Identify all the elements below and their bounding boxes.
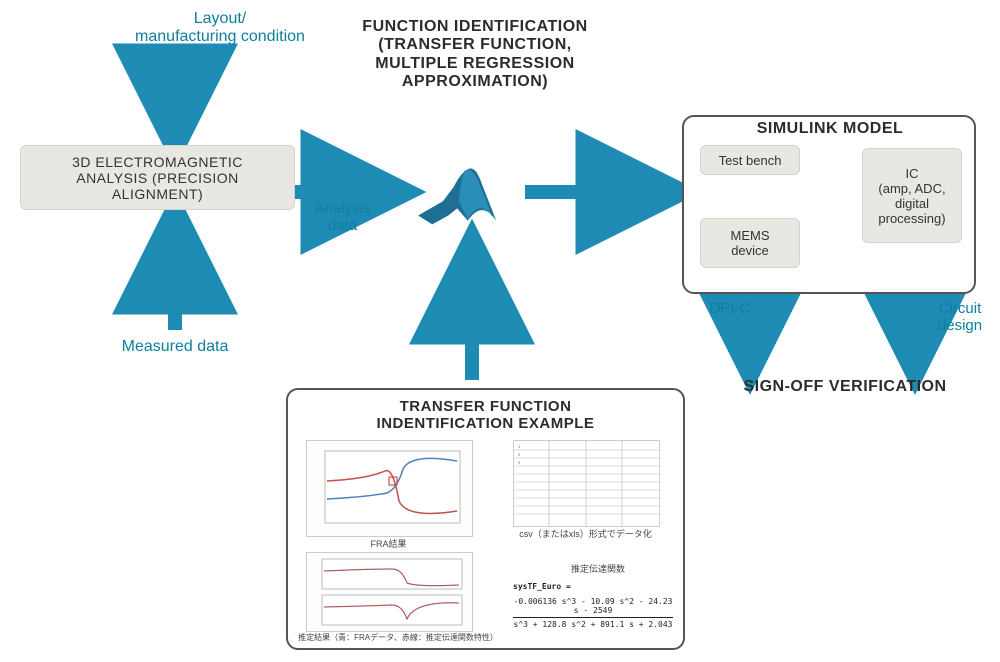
est-tf-caption: 推定伝達関数 xyxy=(538,562,658,575)
est-result-caption: 推定結果（青：FRAデータ、赤線：推定伝達関数特性） xyxy=(298,632,498,643)
tf-numerator: -0.006136 s^3 - 10.09 s^2 - 24.23 s - 25… xyxy=(513,597,673,618)
tf-equation: sysTF_Euro = -0.006136 s^3 - 10.09 s^2 -… xyxy=(513,582,673,629)
csv-block: 123 xyxy=(513,440,660,527)
ic-box: IC(amp, ADC,digitalprocessing) xyxy=(862,148,962,243)
example-title: TRANSFER FUNCTIONINDENTIFICATION EXAMPLE xyxy=(288,398,683,433)
est-plot xyxy=(306,552,473,632)
fra-caption: FRA結果 xyxy=(306,537,471,550)
mems-box: MEMSdevice xyxy=(700,218,800,268)
test-bench-box: Test bench xyxy=(700,145,800,175)
measured-data-label: Measured data xyxy=(110,338,240,356)
tf-denominator: s^3 + 128.8 s^2 + 891.1 s + 2.043 xyxy=(513,618,673,629)
analysis-box: 3D ELECTROMAGNETICANALYSIS (PRECISION AL… xyxy=(20,145,295,210)
dpi-c-label: DPI-C xyxy=(700,300,760,317)
sys-name: sysTF_Euro = xyxy=(513,582,673,591)
sign-off-label: SIGN-OFF VERIFICATION xyxy=(730,378,960,396)
fra-plot xyxy=(306,440,473,537)
simulink-title: SIMULINK MODEL xyxy=(740,120,920,138)
matlab-logo-icon xyxy=(405,155,520,235)
analysis-data-label: Analysisdata xyxy=(300,200,385,235)
example-panel: TRANSFER FUNCTIONINDENTIFICATION EXAMPLE… xyxy=(286,388,685,650)
function-id-title: FUNCTION IDENTIFICATION(TRANSFER FUNCTIO… xyxy=(330,18,620,92)
layout-condition-label: Layout/manufacturing condition xyxy=(105,10,335,47)
circuit-design-label: Circuitdesign xyxy=(925,300,995,335)
csv-caption: csv（またはxls）形式でデータ化 xyxy=(503,527,668,540)
